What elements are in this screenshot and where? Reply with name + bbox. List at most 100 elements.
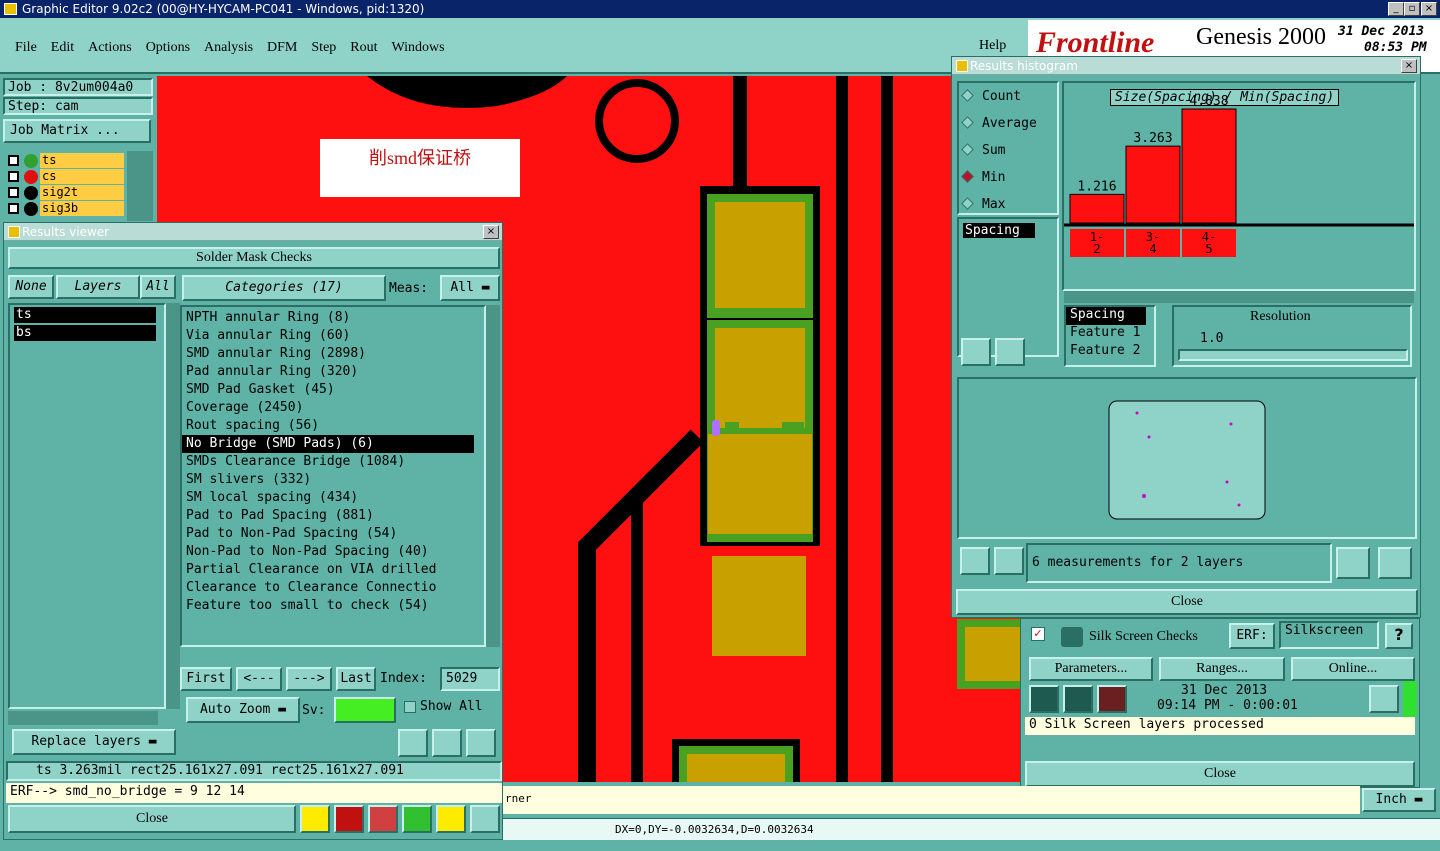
undo-icon[interactable] [466, 729, 496, 757]
category-item[interactable]: Pad to Non-Pad Spacing (54) [182, 525, 484, 543]
close-icon[interactable]: × [1421, 2, 1437, 16]
run-icon[interactable] [1029, 685, 1059, 713]
overview-map[interactable] [957, 377, 1417, 539]
spacing-list[interactable]: Spacing [957, 217, 1059, 357]
last-button[interactable]: Last [336, 667, 376, 691]
bar-chart-icon[interactable] [470, 805, 500, 833]
category-item[interactable]: Pad annular Ring (320) [182, 363, 484, 381]
tab-none[interactable]: None [8, 275, 54, 299]
close-icon[interactable]: × [1401, 59, 1417, 73]
mode-sum[interactable]: Sum [959, 137, 1057, 164]
measurement-item[interactable]: Feature 2 [1066, 343, 1154, 361]
run-all-icon[interactable] [1063, 685, 1093, 713]
export-icon[interactable] [1336, 547, 1370, 579]
del-icon[interactable] [398, 729, 428, 757]
measurement-list[interactable]: Spacing Feature 1 Feature 2 [1064, 305, 1156, 367]
ref-icon[interactable] [994, 547, 1024, 575]
mode-average[interactable]: Average [959, 110, 1057, 137]
stop-icon[interactable] [1097, 685, 1127, 713]
resolution-slider[interactable] [1178, 349, 1408, 361]
sv-color-dropdown[interactable] [334, 697, 396, 723]
histogram-bar[interactable] [1181, 108, 1237, 224]
layer-results-list[interactable]: ts bs [8, 303, 166, 709]
categories-button[interactable]: Categories (17) [182, 275, 386, 301]
histogram-bar[interactable] [1069, 193, 1125, 224]
replace-layers-dropdown[interactable]: Replace layers ▬ [12, 729, 176, 755]
category-item[interactable]: Clearance to Clearance Connectio [182, 579, 484, 597]
layer-checkbox[interactable] [8, 155, 19, 166]
enable-checkbox[interactable]: ✓ [1031, 627, 1045, 641]
result-layer-item[interactable]: bs [14, 325, 156, 341]
spacing-item[interactable]: Spacing [963, 223, 1035, 238]
numbers-icon[interactable] [402, 805, 432, 833]
erf-value[interactable]: Silkscreen [1279, 621, 1379, 649]
menu-rout[interactable]: Rout [350, 40, 377, 56]
zoom-icon[interactable] [1369, 685, 1399, 713]
menu-actions[interactable]: Actions [88, 40, 132, 56]
close-button[interactable]: Close [8, 805, 296, 833]
close-icon[interactable]: × [483, 225, 499, 239]
restore-icon[interactable]: ▫ [1404, 2, 1420, 16]
mode-max[interactable]: Max [959, 191, 1057, 218]
index-input[interactable]: 5029 [440, 667, 500, 691]
job-matrix-button[interactable]: Job Matrix ... [3, 119, 151, 143]
layer-row[interactable]: cs [6, 169, 126, 185]
category-item[interactable]: SMD annular Ring (2898) [182, 345, 484, 363]
import-icon[interactable] [1378, 547, 1412, 579]
category-item[interactable]: Via annular Ring (60) [182, 327, 484, 345]
erf-button[interactable]: ERF: [1229, 623, 1275, 649]
result-layer-item[interactable]: ts [14, 307, 156, 323]
category-item[interactable]: Pad to Pad Spacing (881) [182, 507, 484, 525]
units-dropdown[interactable]: Inch ▬ [1362, 788, 1436, 812]
menu-file[interactable]: File [15, 40, 37, 56]
measurement-item[interactable]: Spacing [1066, 307, 1146, 325]
menu-edit[interactable]: Edit [51, 40, 74, 56]
show-all-checkbox[interactable] [404, 701, 416, 713]
next-button[interactable]: ---> [286, 667, 332, 691]
silk-close-button[interactable]: Close [1025, 761, 1415, 787]
category-item[interactable]: SM slivers (332) [182, 471, 484, 489]
category-item[interactable]: SM local spacing (434) [182, 489, 484, 507]
online-button[interactable]: Online... [1291, 657, 1415, 681]
menu-analysis[interactable]: Analysis [204, 40, 253, 56]
mode-count[interactable]: Count [959, 83, 1057, 110]
menu-windows[interactable]: Windows [392, 40, 445, 56]
histogram-close-button[interactable]: Close [956, 589, 1418, 615]
histogram-bar[interactable] [1125, 145, 1181, 224]
categories-list[interactable]: NPTH annular Ring (8) Via annular Ring (6… [180, 305, 486, 647]
category-item[interactable]: Rout spacing (56) [182, 417, 484, 435]
category-item[interactable]: Coverage (2450) [182, 399, 484, 417]
meas-dropdown[interactable]: All ▬ [440, 275, 500, 301]
tab-layers[interactable]: Layers [56, 275, 140, 299]
layer-row[interactable]: sig2t [6, 185, 126, 201]
measurement-item[interactable]: Feature 1 [1066, 325, 1154, 343]
layer-checkbox[interactable] [8, 203, 19, 214]
parameters-button[interactable]: Parameters... [1029, 657, 1153, 681]
report-icon[interactable] [436, 805, 466, 833]
categories-scrollbar[interactable] [486, 305, 500, 647]
ranges-button[interactable]: Ranges... [1159, 657, 1285, 681]
category-item[interactable]: SMDs Clearance Bridge (1084) [182, 453, 484, 471]
category-item[interactable]: SMD Pad Gasket (45) [182, 381, 484, 399]
histogram-hscroll[interactable] [1064, 291, 1414, 303]
prev-button[interactable]: <--- [236, 667, 282, 691]
first-button[interactable]: First [180, 667, 232, 691]
menu-step[interactable]: Step [311, 40, 336, 56]
help-icon[interactable]: ? [1385, 623, 1413, 649]
ref-icon[interactable] [432, 729, 462, 757]
exclamation-icon[interactable] [300, 805, 330, 833]
menu-options[interactable]: Options [146, 40, 190, 56]
category-item[interactable]: Feature too small to check (54) [182, 597, 484, 615]
layer-checkbox[interactable] [8, 171, 19, 182]
category-item[interactable]: NPTH annular Ring (8) [182, 309, 484, 327]
mode-min[interactable]: Min [959, 164, 1057, 191]
del-icon[interactable] [961, 338, 991, 366]
layer-checkbox[interactable] [8, 187, 19, 198]
layers-icon[interactable] [334, 805, 364, 833]
minimize-icon[interactable]: _ [1388, 2, 1404, 16]
layer-row[interactable]: sig3b [6, 201, 126, 217]
menu-help[interactable]: Help [979, 38, 1006, 54]
result-marker[interactable] [712, 420, 720, 436]
layer-scroll[interactable] [127, 151, 153, 221]
category-item[interactable]: Non-Pad to Non-Pad Spacing (40) [182, 543, 484, 561]
